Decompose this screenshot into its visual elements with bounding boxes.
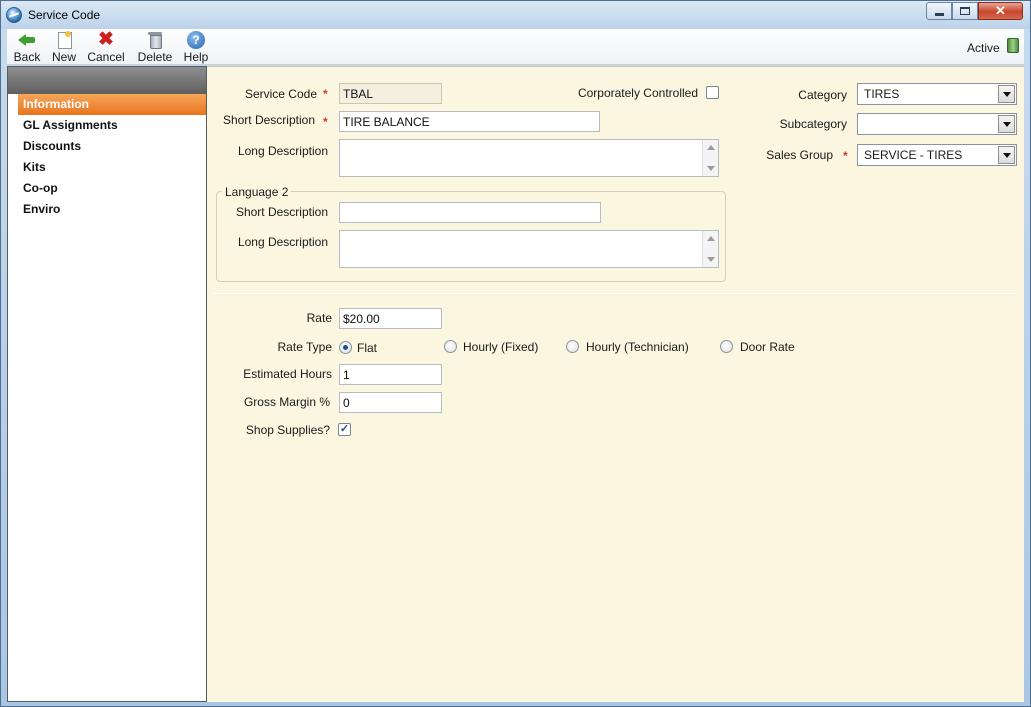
- rate-type-door-rate-radio[interactable]: [720, 340, 733, 353]
- rate-type-label: Rate Type: [277, 340, 332, 354]
- new-button[interactable]: New: [51, 31, 77, 64]
- help-icon: ?: [187, 31, 205, 49]
- help-label: Help: [183, 50, 209, 64]
- subcategory-select[interactable]: [857, 113, 1017, 135]
- corporately-controlled-checkbox[interactable]: [706, 86, 719, 99]
- required-marker: *: [323, 87, 328, 101]
- category-label: Category: [798, 88, 847, 102]
- sidebar-item-kits[interactable]: Kits: [18, 157, 206, 178]
- chevron-down-icon: [998, 115, 1015, 133]
- scroll-up-icon: [707, 236, 715, 241]
- service-code-label: Service Code: [244, 87, 317, 101]
- required-marker: *: [843, 149, 848, 163]
- language-2-short-description-label: Short Description: [235, 205, 328, 219]
- estimated-hours-label: Estimated Hours: [243, 367, 332, 381]
- category-value: TIRES: [864, 87, 900, 101]
- minimize-button[interactable]: [926, 2, 952, 20]
- sidebar-item-information[interactable]: Information: [18, 94, 206, 115]
- new-label: New: [51, 50, 76, 64]
- rate-type-hourly-technician-label: Hourly (Technician): [586, 340, 689, 354]
- language-2-title: Language 2: [222, 185, 292, 199]
- toolbar: Back New ✖ Cancel Delete ? Help Active: [7, 29, 1024, 65]
- language-2-long-description-label: Long Description: [237, 235, 328, 249]
- app-logo-icon: [6, 7, 22, 23]
- close-icon: ✕: [995, 3, 1006, 18]
- gross-margin-field[interactable]: 0: [339, 392, 442, 413]
- short-description-field[interactable]: TIRE BALANCE: [339, 111, 600, 132]
- active-status-icon[interactable]: [1007, 38, 1019, 53]
- sales-group-label: Sales Group: [766, 148, 833, 162]
- chevron-down-icon: [998, 146, 1015, 164]
- help-button[interactable]: ? Help: [183, 31, 209, 64]
- window-title: Service Code: [28, 8, 101, 22]
- gross-margin-label: Gross Margin %: [243, 395, 330, 409]
- long-description-label: Long Description: [237, 144, 328, 158]
- delete-button[interactable]: Delete: [136, 31, 174, 64]
- rate-label: Rate: [306, 311, 332, 325]
- long-description-textarea[interactable]: [339, 139, 719, 177]
- rate-type-hourly-technician-radio[interactable]: [566, 340, 579, 353]
- cancel-x-icon: ✖: [98, 29, 114, 50]
- rate-field[interactable]: $20.00: [339, 308, 442, 329]
- rate-type-flat-radio[interactable]: [339, 341, 352, 354]
- sidebar: Information GL Assignments Discounts Kit…: [7, 66, 207, 702]
- sales-group-value: SERVICE - TIRES: [864, 148, 963, 162]
- language-2-long-description-textarea[interactable]: [339, 230, 719, 268]
- back-arrow-icon: [18, 31, 36, 49]
- scroll-down-icon: [707, 166, 715, 171]
- subcategory-label: Subcategory: [779, 117, 847, 131]
- scroll-up-icon: [707, 145, 715, 150]
- sales-group-select[interactable]: SERVICE - TIRES: [857, 144, 1017, 166]
- required-marker: *: [323, 115, 328, 129]
- sidebar-item-discounts[interactable]: Discounts: [18, 136, 206, 157]
- trash-icon: [146, 31, 164, 49]
- sidebar-item-gl-assignments[interactable]: GL Assignments: [18, 115, 206, 136]
- shop-supplies-checkbox[interactable]: ✓: [338, 423, 351, 436]
- new-document-icon: [55, 31, 73, 49]
- corporately-controlled-label: Corporately Controlled: [577, 86, 698, 100]
- category-select[interactable]: TIRES: [857, 83, 1017, 105]
- back-label: Back: [13, 50, 41, 64]
- shop-supplies-label: Shop Supplies?: [245, 423, 330, 437]
- back-button[interactable]: Back: [12, 31, 42, 64]
- language-2-short-description-field[interactable]: [339, 202, 601, 223]
- rate-type-flat-label: Flat: [357, 341, 378, 355]
- section-divider: [214, 293, 1017, 294]
- cancel-label: Cancel: [87, 50, 125, 64]
- minimize-icon: [934, 12, 944, 16]
- sidebar-item-co-op[interactable]: Co-op: [18, 178, 206, 199]
- rate-type-door-rate-label: Door Rate: [740, 340, 795, 354]
- title-bar: Service Code ✕: [1, 1, 1030, 29]
- delete-label: Delete: [137, 50, 173, 64]
- information-panel: Service Code * TBAL Corporately Controll…: [207, 66, 1024, 702]
- close-button[interactable]: ✕: [978, 2, 1023, 20]
- service-code-field[interactable]: TBAL: [339, 83, 442, 104]
- sidebar-header: [8, 67, 206, 94]
- language-2-scrollbar[interactable]: [702, 231, 718, 267]
- rate-type-hourly-fixed-radio[interactable]: [444, 340, 457, 353]
- scroll-down-icon: [707, 257, 715, 262]
- short-description-label: Short Description: [222, 113, 315, 127]
- status-label: Active: [967, 41, 1000, 55]
- rate-type-hourly-fixed-label: Hourly (Fixed): [463, 340, 539, 354]
- window: Service Code ✕ Back New ✖ Cancel Delete …: [0, 0, 1031, 707]
- cancel-button[interactable]: ✖ Cancel: [86, 29, 126, 64]
- sidebar-item-enviro[interactable]: Enviro: [18, 199, 206, 220]
- long-description-scrollbar[interactable]: [702, 140, 718, 176]
- estimated-hours-field[interactable]: 1: [339, 364, 442, 385]
- chevron-down-icon: [998, 85, 1015, 103]
- maximize-icon: [960, 7, 970, 15]
- maximize-button[interactable]: [952, 2, 978, 20]
